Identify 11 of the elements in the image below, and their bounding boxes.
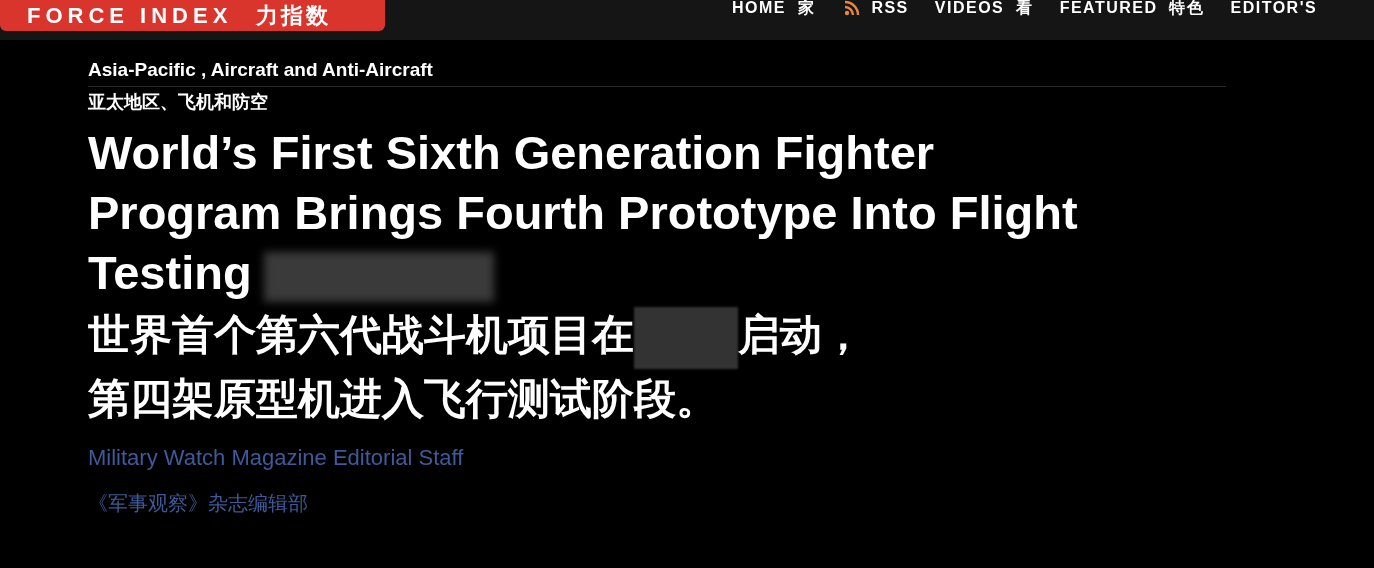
nav-link[interactable]: RSS xyxy=(841,0,909,16)
category-link[interactable]: 亚太地区、飞机和防空 xyxy=(88,89,268,117)
logo-banner[interactable]: FORCE INDEX 力指数 xyxy=(0,0,385,31)
nav-link[interactable]: VIDEOS 看 xyxy=(934,0,1034,16)
headline-chinese: 世界首个第六代战斗机项目在 启动， 第四架原型机进入飞行测试阶段。 xyxy=(88,305,864,429)
headline: Program Brings Fourth Prototype Into Flight xyxy=(88,186,1078,239)
headline: Testing xyxy=(88,246,252,299)
nav-link[interactable]: EDITOR'S xyxy=(1230,0,1318,16)
category-link[interactable]: Asia-Pacific , Aircraft and Anti-Aircraft xyxy=(88,56,1374,84)
headline: World’s First Sixth Generation Fighter xyxy=(88,126,935,179)
nav-link[interactable]: FEATURED 特色 xyxy=(1059,0,1205,16)
